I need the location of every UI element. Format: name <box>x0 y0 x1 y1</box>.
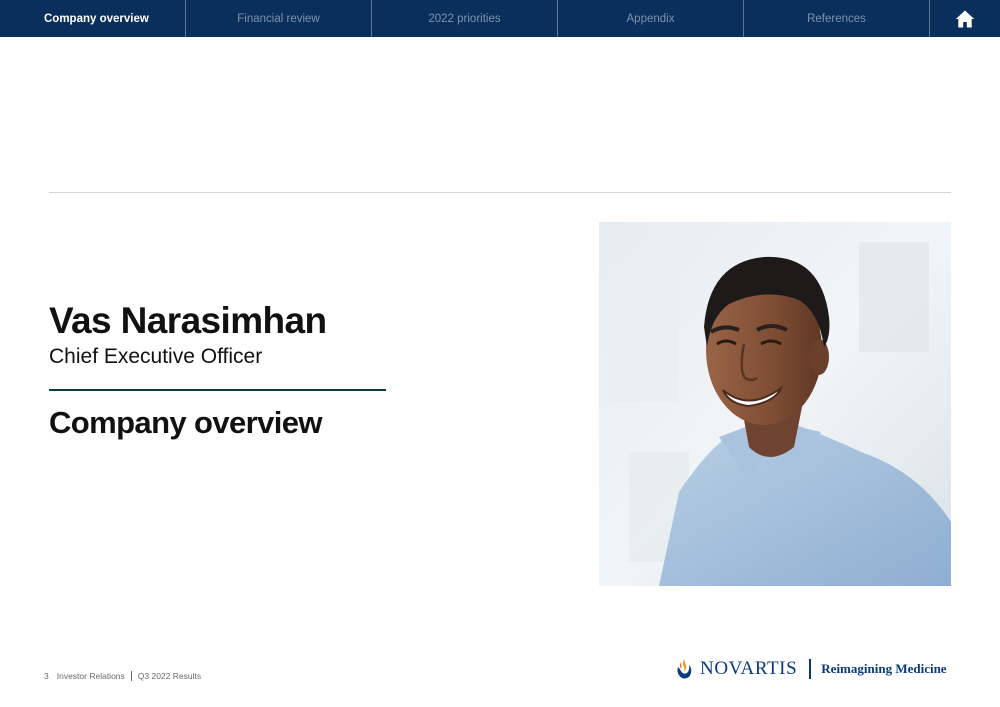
novartis-logo: NOVARTIS <box>700 658 798 679</box>
tab-appendix[interactable]: Appendix <box>558 0 744 37</box>
footer-separator <box>130 671 132 681</box>
speaker-title: Chief Executive Officer <box>49 345 263 368</box>
novartis-flame-icon <box>677 659 692 679</box>
tab-company-overview[interactable]: Company overview <box>0 0 186 37</box>
tab-2022-priorities[interactable]: 2022 priorities <box>372 0 558 37</box>
title-divider <box>49 389 386 391</box>
tab-financial-review[interactable]: Financial review <box>186 0 372 37</box>
top-divider <box>49 192 951 193</box>
top-navigation: Company overview Financial review 2022 p… <box>0 0 1000 37</box>
section-title: Company overview <box>49 405 323 440</box>
home-icon <box>955 10 975 27</box>
brand-tagline: Reimagining Medicine <box>821 661 947 676</box>
portrait-illustration <box>599 222 951 586</box>
footer-report: Q3 2022 Results <box>137 671 202 681</box>
brand-block: NOVARTIS Reimagining Medicine <box>674 658 947 680</box>
footer: 3 Investor Relations Q3 2022 Results <box>44 671 201 681</box>
home-button[interactable] <box>930 0 1000 37</box>
speaker-name: Vas Narasimhan <box>49 300 327 341</box>
tab-references[interactable]: References <box>744 0 930 37</box>
footer-department: Investor Relations <box>56 671 125 681</box>
brand-separator <box>809 659 812 679</box>
page-number: 3 <box>44 671 49 681</box>
portrait-photo <box>599 222 951 586</box>
